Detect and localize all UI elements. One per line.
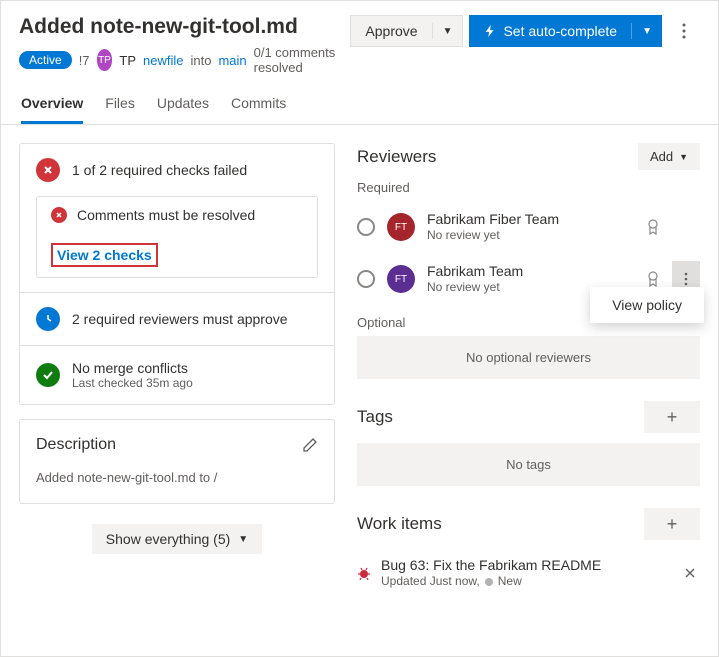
- no-tags: No tags: [357, 443, 700, 486]
- view-checks-link[interactable]: View 2 checks: [57, 247, 152, 263]
- workitem-row: Bug 63: Fix the Fabrikam README Updated …: [357, 550, 700, 596]
- workitem-title[interactable]: Bug 63: Fix the Fabrikam README: [381, 556, 670, 574]
- workitems-heading: Work items: [357, 514, 442, 534]
- description-heading: Description: [36, 436, 116, 454]
- autocomplete-label: Set auto-complete: [503, 23, 617, 39]
- approve-label: Approve: [351, 23, 432, 39]
- check-icon: [36, 363, 60, 387]
- workitem-updated: Updated Just now,: [381, 574, 480, 590]
- state-dot-icon: [485, 578, 493, 586]
- ribbon-icon: [646, 270, 660, 288]
- pr-id: !7: [79, 53, 90, 68]
- tab-files[interactable]: Files: [105, 85, 135, 124]
- more-actions-button[interactable]: [668, 15, 700, 47]
- workitem-state: New: [498, 574, 522, 590]
- required-label: Required: [357, 180, 700, 195]
- reviewer-row: FT Fabrikam Fiber Team No review yet: [357, 201, 700, 253]
- pencil-icon: [302, 437, 318, 453]
- add-reviewer-button[interactable]: Add ▼: [638, 143, 700, 170]
- more-vertical-icon: [682, 23, 686, 39]
- tab-commits[interactable]: Commits: [231, 85, 286, 124]
- into-text: into: [190, 53, 211, 68]
- comment-check-text: Comments must be resolved: [77, 207, 255, 223]
- status-badge: Active: [19, 51, 72, 69]
- tags-heading: Tags: [357, 407, 393, 427]
- add-workitem-button[interactable]: +: [644, 508, 700, 540]
- reviewer-status-icon: [357, 218, 375, 236]
- remove-workitem-button[interactable]: [680, 563, 700, 583]
- avatar: TP: [97, 49, 113, 71]
- show-label: Show everything (5): [106, 531, 231, 547]
- add-tag-button[interactable]: +: [644, 401, 700, 433]
- avatar: FT: [387, 213, 415, 241]
- approve-button[interactable]: Approve ▼: [350, 15, 463, 47]
- reviewer-status: No review yet: [427, 228, 634, 244]
- reviewers-heading: Reviewers: [357, 147, 436, 167]
- reviewer-name[interactable]: Fabrikam Team: [427, 262, 634, 280]
- comments-resolved: 0/1 comments resolved: [254, 45, 351, 75]
- page-title: Added note-new-git-tool.md: [19, 15, 350, 39]
- last-checked-text: Last checked 35m ago: [72, 376, 193, 390]
- fail-icon: [51, 207, 67, 223]
- avatar: FT: [387, 265, 415, 293]
- description-body: Added note-new-git-tool.md to /: [20, 470, 334, 503]
- show-everything-button[interactable]: Show everything (5) ▼: [92, 524, 262, 554]
- reviewer-row: FT Fabrikam Team No review yet View poli…: [357, 253, 700, 305]
- no-optional-reviewers: No optional reviewers: [357, 336, 700, 379]
- close-icon: [684, 567, 696, 579]
- chevron-down-icon[interactable]: ▼: [632, 26, 662, 37]
- source-branch-link[interactable]: newfile: [143, 53, 183, 68]
- reviewers-required-text: 2 required reviewers must approve: [72, 311, 288, 327]
- tab-overview[interactable]: Overview: [21, 85, 83, 124]
- tab-updates[interactable]: Updates: [157, 85, 209, 124]
- author-short: TP: [119, 53, 136, 68]
- add-label: Add: [650, 149, 673, 164]
- checks-summary: 1 of 2 required checks failed: [72, 162, 247, 178]
- set-autocomplete-button[interactable]: Set auto-complete ▼: [469, 15, 662, 47]
- chevron-down-icon: ▼: [238, 534, 248, 545]
- clock-icon: [36, 307, 60, 331]
- plus-icon: +: [667, 407, 678, 428]
- lightning-icon: [483, 24, 497, 38]
- no-conflicts-text: No merge conflicts: [72, 360, 193, 376]
- plus-icon: +: [667, 514, 678, 535]
- more-vertical-icon: [684, 272, 688, 286]
- edit-button[interactable]: [302, 437, 318, 453]
- ribbon-icon: [646, 218, 660, 236]
- target-branch-link[interactable]: main: [218, 53, 246, 68]
- reviewer-status-icon: [357, 270, 375, 288]
- fail-icon: [36, 158, 60, 182]
- reviewer-name[interactable]: Fabrikam Fiber Team: [427, 210, 634, 228]
- bug-icon: [357, 566, 371, 580]
- view-policy-menu-item[interactable]: View policy: [590, 287, 704, 323]
- chevron-down-icon[interactable]: ▼: [433, 26, 463, 37]
- chevron-down-icon: ▼: [679, 152, 688, 162]
